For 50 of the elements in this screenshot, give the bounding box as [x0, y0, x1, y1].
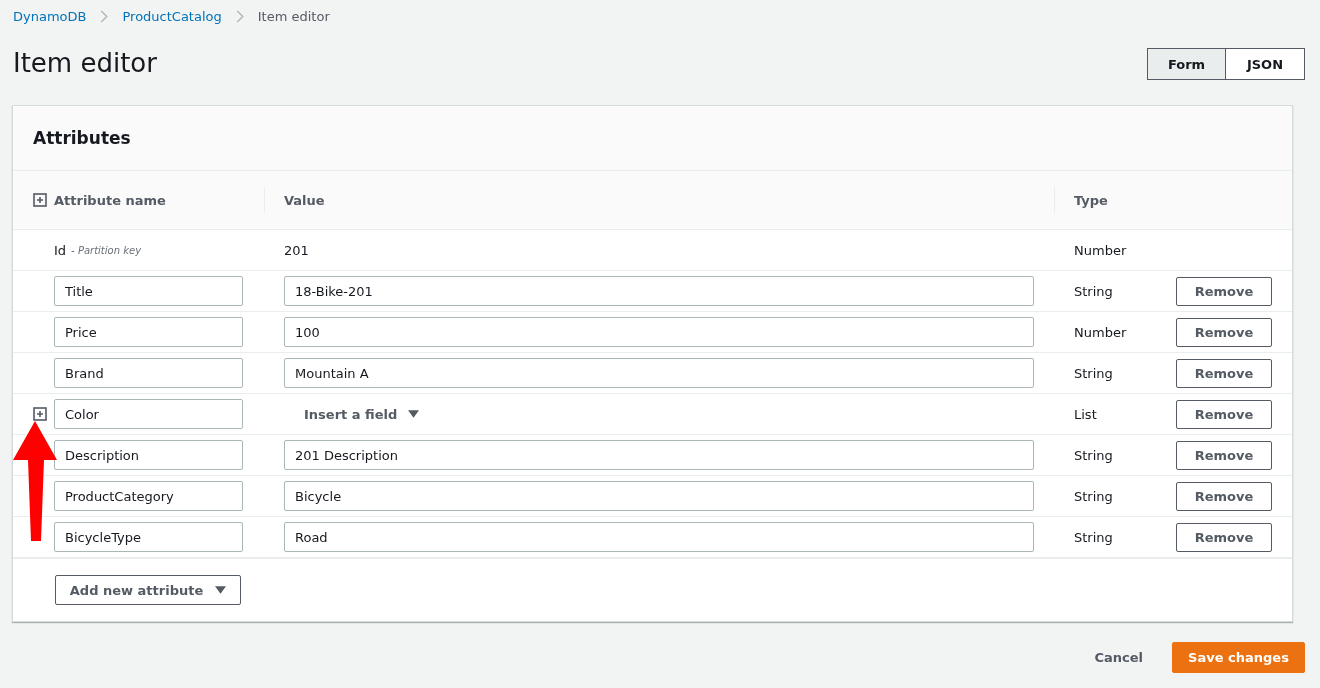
key-note: - Partition key [71, 244, 142, 256]
attribute-name-field[interactable]: Description [54, 440, 243, 470]
remove-button[interactable]: Remove [1176, 481, 1272, 511]
breadcrumb-link[interactable]: ProductCatalog [122, 8, 222, 24]
attribute-value-field[interactable]: Road [284, 522, 1034, 552]
attribute-name-field[interactable]: Price [54, 317, 243, 347]
add-attribute-button[interactable]: Add new attribute [55, 575, 241, 605]
attribute-name: Id [54, 242, 67, 258]
column-header: Type [1074, 192, 1108, 208]
attribute-name-field[interactable]: Color [54, 399, 243, 429]
attribute-type: String [1074, 447, 1113, 463]
attribute-value: 201 [284, 242, 309, 258]
attribute-type: Number [1074, 242, 1127, 258]
panel-title: Attributes [33, 128, 131, 148]
cancel-button[interactable]: Cancel [1094, 650, 1143, 665]
attribute-name-field[interactable]: ProductCategory [54, 481, 243, 511]
attribute-value-field[interactable]: 100 [284, 317, 1034, 347]
breadcrumb-link[interactable]: DynamoDB [13, 8, 87, 24]
attribute-type: String [1074, 283, 1113, 299]
remove-button[interactable]: Remove [1176, 358, 1272, 388]
chevron-right-icon [100, 9, 109, 23]
attribute-type: Number [1074, 324, 1127, 340]
view-toggle-button[interactable]: JSON [1226, 48, 1305, 80]
remove-button[interactable]: Remove [1176, 276, 1272, 306]
remove-button[interactable]: Remove [1176, 399, 1272, 429]
attribute-value-field[interactable]: Mountain A [284, 358, 1034, 388]
attribute-name-field[interactable]: Brand [54, 358, 243, 388]
attribute-name-field[interactable]: Title [54, 276, 243, 306]
attribute-value-field[interactable]: 18-Bike-201 [284, 276, 1034, 306]
attribute-value-field[interactable]: Bicycle [284, 481, 1034, 511]
column-header: Value [284, 192, 325, 208]
view-toggle-button[interactable]: Form [1147, 48, 1226, 80]
expand-all-icon[interactable] [33, 193, 47, 207]
column-header: Attribute name [54, 192, 166, 208]
page-title: Item editor [12, 48, 157, 78]
caret-icon [215, 586, 227, 594]
attribute-type: String [1074, 488, 1113, 504]
attribute-type: List [1074, 406, 1097, 422]
attribute-value-field[interactable]: 201 Description [284, 440, 1034, 470]
remove-button[interactable]: Remove [1176, 440, 1272, 470]
expand-icon[interactable] [33, 407, 47, 421]
attribute-type: String [1074, 529, 1113, 545]
insert-field-dropdown[interactable]: Insert a field [284, 400, 420, 428]
breadcrumb-current: Item editor [257, 8, 330, 24]
chevron-right-icon [235, 9, 244, 23]
remove-button[interactable]: Remove [1176, 522, 1272, 552]
attribute-name-field[interactable]: BicycleType [54, 522, 243, 552]
attribute-type: String [1074, 365, 1113, 381]
remove-button[interactable]: Remove [1176, 317, 1272, 347]
caret-icon [408, 410, 420, 418]
